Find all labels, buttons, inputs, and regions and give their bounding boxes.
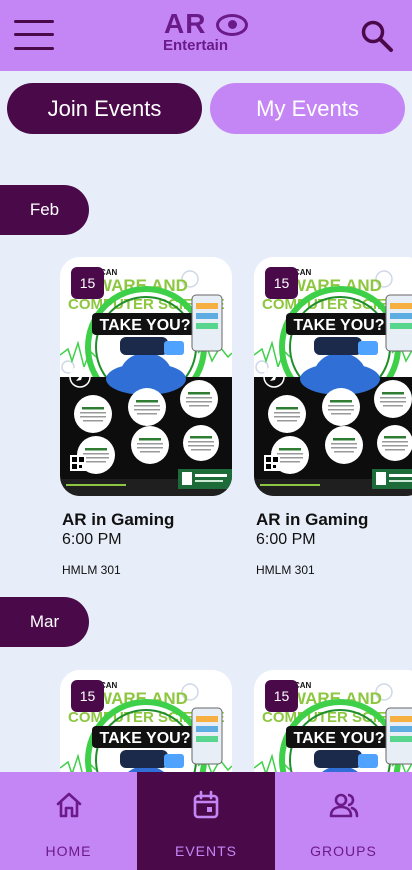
logo-eye-icon — [216, 14, 248, 36]
nav-events[interactable]: EVENTS — [137, 772, 275, 870]
svg-text:WARE AND: WARE AND — [96, 276, 188, 295]
bottom-navigation: HOME EVENTS GROUPS — [0, 772, 412, 870]
event-location: HMLM 301 — [256, 563, 315, 577]
svg-text:TAKE YOU?: TAKE YOU? — [294, 730, 385, 747]
event-card[interactable]: CAN WARE AND COMPUTER SCIENCE TAKE YOU? 15 … — [254, 257, 412, 577]
nav-groups-label: GROUPS — [310, 843, 377, 859]
search-icon[interactable] — [360, 19, 394, 53]
event-time: 6:00 PM — [62, 531, 122, 548]
nav-events-label: EVENTS — [174, 843, 237, 859]
logo-sub-text: Entertain — [163, 37, 229, 54]
join-events-button[interactable]: Join Events — [7, 83, 202, 134]
nav-home-label: HOME — [45, 843, 92, 859]
top-app-bar: AR Entertain — [0, 0, 412, 71]
groups-icon — [329, 793, 358, 818]
nav-groups[interactable]: GROUPS — [275, 772, 412, 870]
event-date-badge: 15 — [265, 267, 298, 299]
calendar-icon — [193, 790, 219, 819]
svg-text:WARE AND: WARE AND — [290, 276, 382, 295]
month-header-mar: Mar — [0, 597, 89, 647]
hamburger-menu-icon[interactable] — [14, 18, 54, 52]
svg-text:TAKE YOU?: TAKE YOU? — [100, 317, 191, 334]
event-poster-image: CAN WARE AND COMPUTER SCIENCE TAKE YOU? 15 — [254, 257, 412, 496]
nav-home[interactable]: HOME — [0, 772, 137, 870]
event-card[interactable]: CAN WARE AND COMPUTER SCIENCE TAKE YOU? 15 … — [60, 257, 232, 577]
event-date-badge: 15 — [265, 680, 298, 712]
event-date-badge: 15 — [71, 680, 104, 712]
svg-text:WARE AND: WARE AND — [290, 689, 382, 708]
event-time: 6:00 PM — [256, 531, 316, 548]
svg-text:TAKE YOU?: TAKE YOU? — [100, 730, 191, 747]
event-title: AR in Gaming — [256, 510, 369, 529]
app-logo: AR Entertain — [162, 8, 252, 56]
month-header-feb: Feb — [0, 185, 89, 235]
home-icon — [56, 792, 81, 818]
svg-text:WARE AND: WARE AND — [96, 689, 188, 708]
event-location: HMLM 301 — [62, 563, 121, 577]
event-poster-image: CAN WARE AND COMPUTER SCIENCE TAKE YOU? 15 — [60, 257, 232, 496]
event-date-badge: 15 — [71, 267, 104, 299]
svg-text:TAKE YOU?: TAKE YOU? — [294, 317, 385, 334]
logo-ar-text: AR — [164, 8, 207, 39]
my-events-button[interactable]: My Events — [210, 83, 405, 134]
event-title: AR in Gaming — [62, 510, 175, 529]
